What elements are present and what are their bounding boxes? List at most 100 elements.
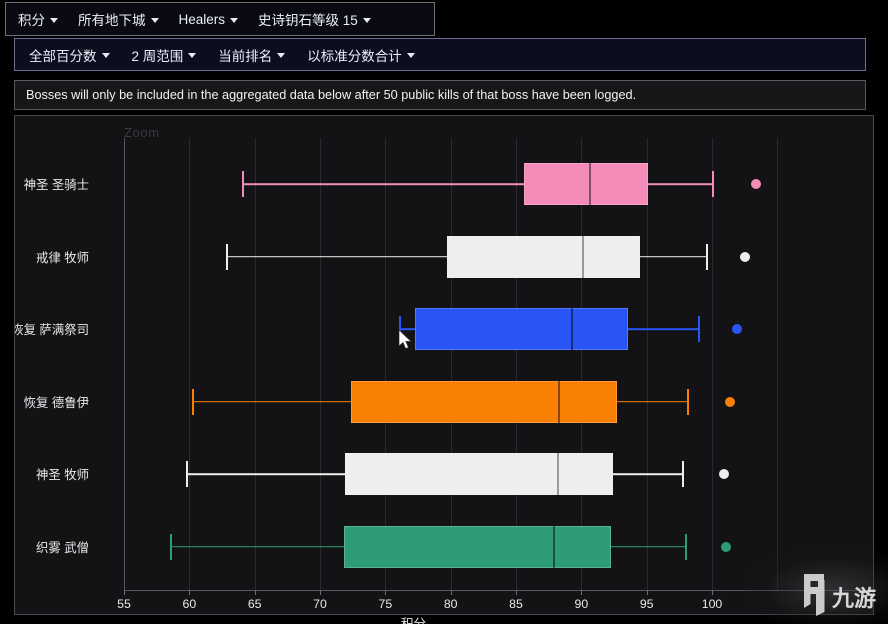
whisker-cap-low	[241, 171, 244, 197]
boxplot-row-label: 织雾 武僧	[35, 540, 89, 555]
boxplot-median	[581, 235, 584, 278]
menu-item-metric[interactable]: 积分	[6, 3, 68, 35]
boxplot-outlier[interactable]	[731, 324, 742, 334]
boxplot-outlier[interactable]	[718, 469, 729, 479]
chevron-down-icon	[188, 53, 197, 58]
x-axis-title: 积分	[109, 613, 718, 624]
menu-item-keystone-level-label: 史诗钥石等级 15	[258, 13, 358, 28]
boxplot-row[interactable]: 织雾 武僧	[15, 511, 873, 583]
menu-item-role-label: Healers	[178, 11, 226, 27]
boxplot-row[interactable]: 神圣 圣骑士	[15, 148, 873, 220]
boxplot-row-label: 神圣 牧师	[35, 468, 89, 482]
boxplot-median	[589, 163, 592, 205]
boxplot-box[interactable]	[344, 453, 613, 495]
whisker-cap-high	[697, 316, 700, 342]
x-axis-tick-label: 100	[701, 597, 723, 611]
whisker-high	[611, 545, 686, 548]
menu-item-role[interactable]: Healers	[169, 3, 249, 35]
x-axis-tick	[516, 590, 517, 595]
whisker-low	[171, 545, 344, 548]
menu-item-time-range-label: 2 周范围	[131, 48, 184, 64]
menu-item-time-range[interactable]: 2 周范围	[121, 39, 208, 70]
x-axis-tick	[124, 590, 125, 595]
boxplot-box[interactable]	[523, 163, 648, 205]
whisker-cap-low	[185, 461, 188, 487]
boxplot-box[interactable]	[446, 235, 641, 278]
x-axis-tick	[189, 590, 191, 595]
menu-item-ranking-mode-label: 当前排名	[218, 48, 273, 64]
menu-item-percentile-label: 全部百分数	[29, 48, 97, 64]
plot-area: 神圣 圣骑士戒律 牧师恢复 萨满祭司恢复 德鲁伊神圣 牧师织雾 武僧	[15, 116, 873, 614]
x-axis-tick	[254, 590, 256, 595]
whisker-cap-high	[712, 171, 715, 197]
menu-item-metric-label: 积分	[18, 13, 45, 28]
x-axis-tick-label: 75	[378, 597, 393, 611]
boxplot-box[interactable]	[351, 380, 617, 423]
boxplot-box[interactable]	[343, 525, 612, 568]
boxplot-row[interactable]: 恢复 德鲁伊	[15, 366, 873, 438]
x-axis-tick	[581, 590, 583, 595]
boxplot-median	[571, 308, 574, 350]
boxplot-outlier[interactable]	[725, 396, 736, 407]
primary-filter-toolbar: 积分 所有地下城 Healers 史诗钥石等级 15	[5, 2, 435, 36]
menu-item-dungeon-label: 所有地下城	[78, 13, 146, 28]
boxplot-median	[552, 525, 555, 568]
menu-item-ranking-mode[interactable]: 当前排名	[207, 39, 296, 70]
info-banner: Bosses will only be included in the aggr…	[14, 80, 866, 110]
menu-item-dungeon[interactable]: 所有地下城	[68, 3, 169, 35]
chevron-down-icon	[101, 53, 110, 58]
whisker-cap-low	[192, 388, 195, 415]
boxplot-row[interactable]: 戒律 牧师	[15, 221, 873, 293]
boxplot-outlier[interactable]	[751, 179, 762, 189]
x-axis-line	[124, 590, 873, 591]
whisker-high	[628, 328, 699, 330]
x-axis-tick	[712, 590, 713, 595]
x-axis-tick	[646, 590, 648, 595]
whisker-high	[647, 183, 714, 185]
chevron-down-icon	[406, 53, 415, 58]
x-axis-tick-label: 70	[313, 597, 327, 611]
boxplot-chart-panel: Zoom 神圣 圣骑士 戒律 牧师 恢复 萨满祭司 恢复 德鲁伊 神圣 牧师 织雾 武僧 …	[14, 115, 874, 615]
whisker-cap-high	[705, 243, 708, 270]
x-axis-tick	[385, 590, 387, 595]
boxplot-median	[558, 380, 561, 423]
whisker-low	[193, 400, 352, 403]
x-axis-tick-label: 65	[247, 597, 262, 611]
boxplot-row-label: 恢复 萨满祭司	[14, 323, 89, 337]
whisker-cap-low	[398, 316, 401, 342]
secondary-filter-toolbar: 全部百分数 2 周范围 当前排名 以标准分数合计	[14, 38, 866, 71]
x-axis-tick-label: 55	[117, 597, 131, 611]
boxplot-box[interactable]	[415, 308, 629, 350]
boxplot-row-label: 恢复 德鲁伊	[23, 395, 89, 410]
boxplot-outlier[interactable]	[721, 541, 732, 552]
menu-item-percentile[interactable]: 全部百分数	[15, 39, 121, 70]
whisker-high	[616, 400, 689, 403]
whisker-low	[186, 473, 345, 475]
boxplot-row-label: 戒律 牧师	[35, 250, 89, 265]
boxplot-median	[556, 453, 559, 495]
x-axis-tick	[450, 590, 452, 595]
x-axis-tick-label: 85	[509, 597, 523, 611]
info-banner-text: Bosses will only be included in the aggr…	[26, 88, 637, 102]
boxplot-outlier[interactable]	[739, 251, 750, 262]
whisker-cap-high	[687, 388, 690, 415]
whisker-cap-low	[170, 533, 173, 560]
x-axis-tick	[320, 590, 321, 595]
x-axis-title-text: 积分	[400, 617, 427, 624]
menu-item-aggregation-label: 以标准分数合计	[307, 48, 402, 64]
chevron-down-icon	[150, 17, 159, 23]
whisker-high	[612, 473, 684, 475]
x-axis-tick-label: 95	[639, 597, 654, 611]
whisker-cap-low	[226, 243, 229, 270]
menu-item-aggregation[interactable]: 以标准分数合计	[296, 39, 426, 70]
boxplot-row[interactable]: 神圣 牧师	[15, 438, 873, 510]
x-axis-tick-label: 90	[574, 597, 589, 611]
x-axis-tick-label: 80	[443, 597, 458, 611]
whisker-cap-high	[684, 533, 687, 560]
menu-item-keystone-level[interactable]: 史诗钥石等级 15	[248, 3, 381, 35]
chevron-down-icon	[50, 17, 58, 23]
whisker-low	[227, 255, 447, 258]
boxplot-row[interactable]: 恢复 萨满祭司	[15, 293, 873, 365]
chevron-down-icon	[362, 17, 371, 23]
app-root: 积分 所有地下城 Healers 史诗钥石等级 15 全部百分数 2 周范围 当…	[0, 0, 888, 624]
